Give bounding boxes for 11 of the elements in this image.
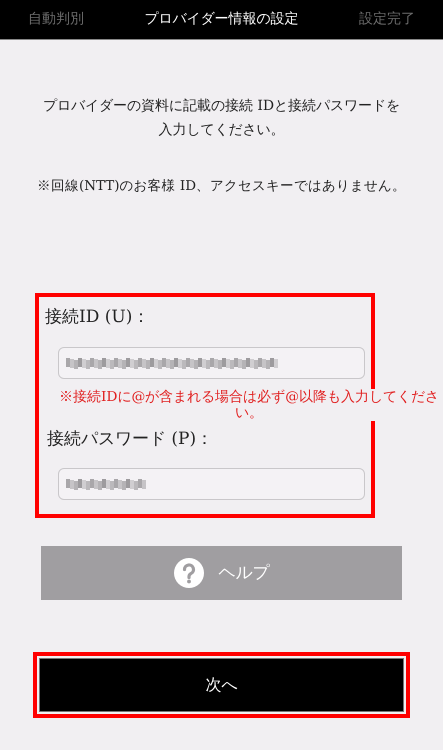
next-button[interactable]: 次へ [39,658,404,712]
notice-text: ※回線(NTT)のお客様 ID、アクセスキーではありません。 [36,177,406,196]
field-label: 接続ID (U)： [45,306,150,330]
step-label: プロバイダー情報の設定 [144,10,298,29]
step-label: 自動判別 [28,10,84,29]
input-field[interactable] [58,468,365,500]
help-icon [174,558,204,588]
step-label: 設定完了 [359,10,415,29]
field-label: 接続パスワード (P)： [47,428,214,451]
instruction-text: プロバイダーの資料に記載の接続 IDと接続パスワードを入力してください。 [42,97,402,140]
input-field[interactable] [58,346,365,379]
